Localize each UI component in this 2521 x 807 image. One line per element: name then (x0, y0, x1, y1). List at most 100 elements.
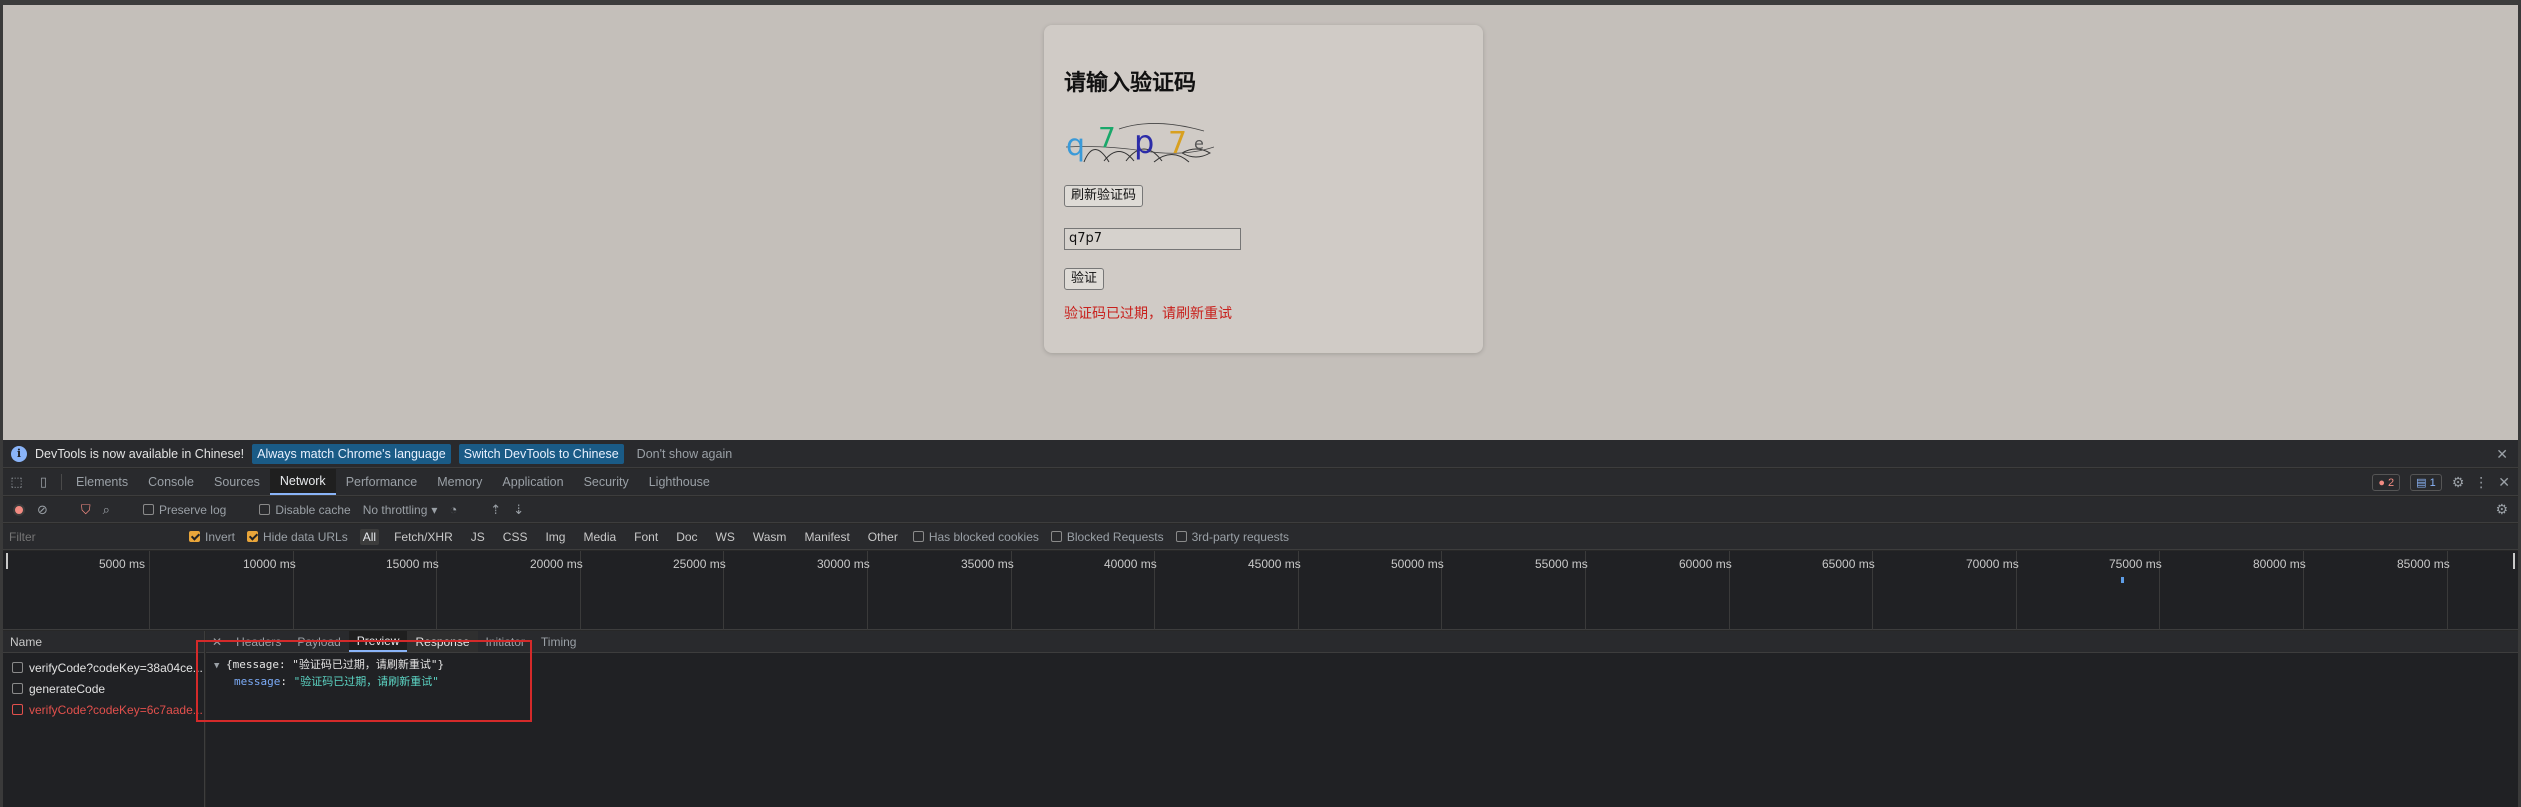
timeline-left-handle[interactable] (6, 553, 8, 569)
filter-type-fetch-xhr[interactable]: Fetch/XHR (391, 529, 456, 545)
filter-type-media[interactable]: Media (580, 529, 619, 545)
timeline-tick-label: 30000 ms (817, 557, 870, 571)
search-icon[interactable]: ⌕ (103, 502, 110, 518)
filter-type-wasm[interactable]: Wasm (750, 529, 790, 545)
blocked-requests-label: Blocked Requests (1066, 529, 1164, 544)
filter-type-doc[interactable]: Doc (673, 529, 700, 545)
filter-type-manifest[interactable]: Manifest (801, 529, 852, 545)
tab-security[interactable]: Security (574, 469, 639, 495)
blocked-cookies-checkbox[interactable]: Has blocked cookies (912, 530, 1039, 544)
preserve-log-label: Preserve log (158, 502, 227, 517)
name-column-header[interactable]: Name (3, 631, 204, 653)
request-name: verifyCode?codeKey=38a04ce... (29, 660, 203, 675)
filter-type-font[interactable]: Font (631, 529, 661, 545)
tab-lighthouse[interactable]: Lighthouse (639, 469, 720, 495)
clear-icon[interactable]: ⊘ (37, 502, 48, 518)
network-overview-timeline[interactable]: 5000 ms 10000 ms 15000 ms 20000 ms 25000 ms 3… (3, 551, 2518, 630)
captcha-image[interactable]: q 7 p 7 e (1064, 117, 1214, 167)
inspect-element-icon[interactable]: ⬚ (3, 469, 30, 495)
tab-sources[interactable]: Sources (204, 469, 270, 495)
request-row[interactable]: verifyCode?codeKey=6c7aade... (3, 699, 204, 720)
request-row[interactable]: verifyCode?codeKey=38a04ce... (3, 657, 204, 678)
import-har-icon[interactable]: ⇡ (490, 502, 501, 518)
captcha-char-3: p (1134, 123, 1154, 161)
timeline-tick-label: 5000 ms (99, 557, 146, 571)
hide-data-urls-label: Hide data URLs (263, 529, 348, 544)
dont-show-again-button[interactable]: Don't show again (632, 444, 738, 464)
preserve-log-checkbox[interactable]: Preserve log (142, 502, 227, 517)
annotation-highlight-box (196, 640, 532, 722)
filter-bar: Invert Hide data URLs All Fetch/XHR JS C… (3, 524, 2518, 550)
preview-content: ▼ {message: "验证码已过期，请刷新重试"} message: "验证… (206, 653, 2518, 694)
checkbox-box (12, 683, 23, 694)
preview-property-row[interactable]: message: "验证码已过期，请刷新重试" (214, 674, 2510, 690)
filter-type-all[interactable]: All (359, 528, 380, 545)
error-icon: ● (2378, 476, 2386, 489)
captcha-char-2: 7 (1098, 121, 1116, 154)
throttling-select[interactable]: No throttling ▾ (363, 503, 438, 517)
request-name: generateCode (29, 681, 106, 696)
network-conditions-icon[interactable]: ◔ (449, 502, 457, 517)
filter-input[interactable] (9, 526, 179, 547)
timeline-right-handle[interactable] (2513, 553, 2515, 569)
filter-icon[interactable]: ⛉ (81, 502, 91, 518)
third-party-checkbox[interactable]: 3rd-party requests (1175, 530, 1289, 544)
request-row[interactable]: generateCode (3, 678, 204, 699)
checkbox-box (259, 504, 271, 515)
tab-application[interactable]: Application (492, 469, 573, 495)
filter-type-css[interactable]: CSS (500, 529, 531, 545)
export-har-icon[interactable]: ⇣ (513, 502, 524, 518)
network-settings-icon[interactable]: ⚙ (2495, 501, 2508, 518)
error-count-badge[interactable]: ● 2 (2372, 474, 2401, 491)
captcha-code-input[interactable]: q7p7 (1064, 228, 1241, 250)
preview-root-row[interactable]: ▼ {message: "验证码已过期，请刷新重试"} (214, 657, 2510, 674)
timeline-tick-label: 80000 ms (2253, 557, 2306, 571)
captcha-card: 请输入验证码 q 7 p 7 e 刷新验证码 q7p7 验证 验证码已过期，请刷… (1044, 25, 1483, 353)
disable-cache-checkbox[interactable]: Disable cache (259, 503, 351, 517)
tabbar-right-controls: ● 2 ▤ 1 ⚙ ⋮ ✕ (2372, 469, 2510, 496)
close-icon[interactable]: ✕ (2496, 446, 2508, 463)
timeline-tick-label: 15000 ms (386, 557, 439, 571)
settings-gear-icon[interactable]: ⚙ (2452, 474, 2465, 491)
info-icon: i (11, 445, 27, 462)
timeline-tick-label: 60000 ms (1679, 557, 1732, 571)
captcha-char-5: e (1194, 134, 1204, 153)
checkbox-box (189, 531, 200, 542)
tab-network[interactable]: Network (269, 469, 336, 495)
switch-chinese-button[interactable]: Switch DevTools to Chinese (458, 443, 624, 464)
hide-data-urls-checkbox[interactable]: Hide data URLs (247, 530, 348, 544)
close-devtools-icon[interactable]: ✕ (2498, 474, 2510, 491)
page-viewport: 请输入验证码 q 7 p 7 e 刷新验证码 q7p7 验证 验证码已过期，请刷… (0, 5, 2521, 440)
invert-checkbox[interactable]: Invert (189, 530, 235, 544)
filter-type-other[interactable]: Other (865, 529, 901, 545)
timeline-tick-label: 25000 ms (673, 557, 726, 571)
checkbox-box (142, 504, 154, 515)
checkbox-box (912, 531, 924, 542)
tab-timing[interactable]: Timing (533, 631, 585, 652)
timeline-grid-line (149, 551, 150, 630)
record-icon[interactable] (13, 503, 25, 516)
checkbox-box (1175, 531, 1187, 542)
filter-type-js[interactable]: JS (468, 529, 488, 545)
tab-console[interactable]: Console (138, 469, 204, 495)
tab-memory[interactable]: Memory (427, 469, 492, 495)
filter-options: Invert Hide data URLs All Fetch/XHR JS C… (189, 528, 1289, 545)
tab-elements[interactable]: Elements (66, 469, 138, 495)
tab-performance[interactable]: Performance (336, 469, 428, 495)
device-toolbar-icon[interactable]: ▯ (30, 469, 57, 495)
issues-count: 1 (2429, 476, 2436, 489)
filter-type-img[interactable]: Img (542, 529, 568, 545)
captcha-char-1: q (1066, 128, 1085, 163)
match-language-button[interactable]: Always match Chrome's language (252, 443, 451, 464)
more-options-icon[interactable]: ⋮ (2474, 474, 2488, 491)
timeline-tick-label: 40000 ms (1104, 557, 1157, 571)
checkbox-box (12, 704, 23, 715)
captcha-char-4: 7 (1168, 126, 1187, 161)
verify-button[interactable]: 验证 (1064, 268, 1105, 290)
message-icon: ▤ (2416, 477, 2427, 489)
issues-count-badge[interactable]: ▤ 1 (2410, 474, 2442, 491)
filter-type-ws[interactable]: WS (713, 529, 738, 545)
refresh-captcha-button[interactable]: 刷新验证码 (1064, 185, 1144, 207)
request-name: verifyCode?codeKey=6c7aade... (29, 702, 203, 717)
blocked-requests-checkbox[interactable]: Blocked Requests (1050, 529, 1164, 544)
